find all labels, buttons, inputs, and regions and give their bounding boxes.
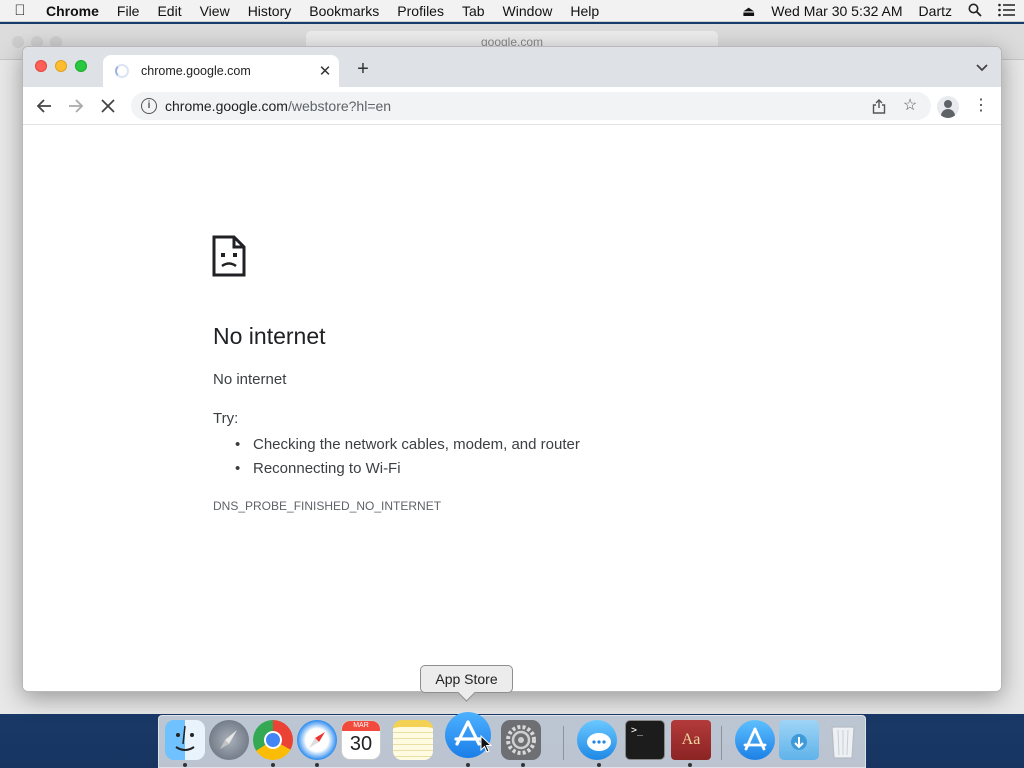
list-item: Reconnecting to Wi-Fi: [231, 457, 580, 481]
tab-title: chrome.google.com: [141, 64, 251, 78]
window-controls: [35, 60, 87, 72]
menubar-clock[interactable]: Wed Mar 30 5:32 AM: [763, 3, 910, 19]
new-tab-button[interactable]: +: [351, 57, 375, 81]
eject-icon[interactable]: ⏏: [734, 3, 763, 20]
tab-close-icon[interactable]: ✕: [311, 62, 339, 80]
share-icon[interactable]: [871, 98, 887, 114]
menu-window[interactable]: Window: [494, 3, 562, 19]
more-menu-icon[interactable]: ⋮: [971, 95, 991, 117]
menu-profiles[interactable]: Profiles: [388, 3, 453, 19]
error-suggestions: Checking the network cables, modem, and …: [231, 433, 580, 481]
error-try-label: Try:: [213, 410, 239, 427]
calendar-day: 30: [349, 733, 373, 755]
site-info-icon[interactable]: i: [141, 98, 157, 114]
menu-app-name[interactable]: Chrome: [40, 3, 108, 19]
chrome-window: chrome.google.com ✕ + i chrome.google.co…: [22, 46, 1002, 692]
menu-edit[interactable]: Edit: [148, 3, 190, 19]
error-title: No internet: [213, 323, 326, 349]
bookmark-star-icon[interactable]: ☆: [901, 97, 919, 115]
minimize-window-button[interactable]: [55, 60, 67, 72]
url-path: /webstore?hl=en: [287, 98, 392, 114]
close-window-button[interactable]: [35, 60, 47, 72]
error-subtitle: No internet: [213, 371, 287, 388]
terminal-icon[interactable]: >_: [625, 720, 665, 760]
calendar-icon[interactable]: MAR 30: [341, 720, 381, 760]
menu-bookmarks[interactable]: Bookmarks: [300, 3, 388, 19]
menu-file[interactable]: File: [108, 3, 149, 19]
tab-strip: chrome.google.com ✕ +: [23, 47, 1001, 87]
address-bar[interactable]: i chrome.google.com/webstore?hl=en ☆: [131, 92, 931, 120]
launchpad-icon[interactable]: [209, 720, 249, 760]
apple-menu-icon[interactable]: : [0, 2, 40, 19]
error-code: DNS_PROBE_FINISHED_NO_INTERNET: [213, 499, 442, 513]
page-content: No internet No internet Try: Checking th…: [23, 125, 1001, 691]
forward-button[interactable]: [63, 93, 89, 119]
dictionary-label: Aa: [681, 731, 701, 748]
dictionary-icon[interactable]: Aa: [671, 720, 711, 760]
menu-help[interactable]: Help: [561, 3, 608, 19]
safari-icon[interactable]: [297, 720, 337, 760]
maximize-window-button[interactable]: [75, 60, 87, 72]
menu-history[interactable]: History: [239, 3, 301, 19]
downloads-folder-icon[interactable]: [779, 720, 819, 760]
mouse-cursor-icon: [480, 735, 492, 753]
tab-search-chevron-icon[interactable]: [973, 59, 991, 77]
stop-loading-button[interactable]: [95, 93, 121, 119]
dock: MAR 30 >_ Aa: [158, 712, 866, 768]
dock-tooltip: App Store: [420, 665, 513, 693]
notes-icon[interactable]: [393, 720, 433, 760]
trash-icon[interactable]: [823, 720, 863, 760]
menubar-user[interactable]: Dartz: [911, 3, 960, 19]
notification-center-icon[interactable]: [990, 3, 1024, 20]
finder-icon[interactable]: [165, 720, 205, 760]
app-store-download-icon[interactable]: [735, 720, 775, 760]
messages-icon[interactable]: [577, 720, 617, 760]
spotlight-search-icon[interactable]: [960, 3, 990, 20]
menu-view[interactable]: View: [191, 3, 239, 19]
terminal-prompt: >_: [631, 725, 644, 736]
list-item: Checking the network cables, modem, and …: [231, 433, 580, 457]
browser-toolbar: i chrome.google.com/webstore?hl=en ☆ ⋮: [23, 87, 1001, 125]
loading-spinner-icon: [115, 64, 129, 78]
url-host: chrome.google.com: [165, 98, 288, 114]
system-preferences-icon[interactable]: [501, 720, 541, 760]
tab-active[interactable]: chrome.google.com ✕: [103, 55, 339, 87]
back-button[interactable]: [31, 93, 57, 119]
chrome-icon[interactable]: [253, 720, 293, 760]
menu-bar:  Chrome File Edit View History Bookmark…: [0, 0, 1024, 22]
profile-avatar-icon[interactable]: [937, 96, 959, 118]
sad-page-icon: [212, 235, 246, 277]
calendar-month: MAR: [342, 721, 380, 731]
menu-tab[interactable]: Tab: [453, 3, 494, 19]
